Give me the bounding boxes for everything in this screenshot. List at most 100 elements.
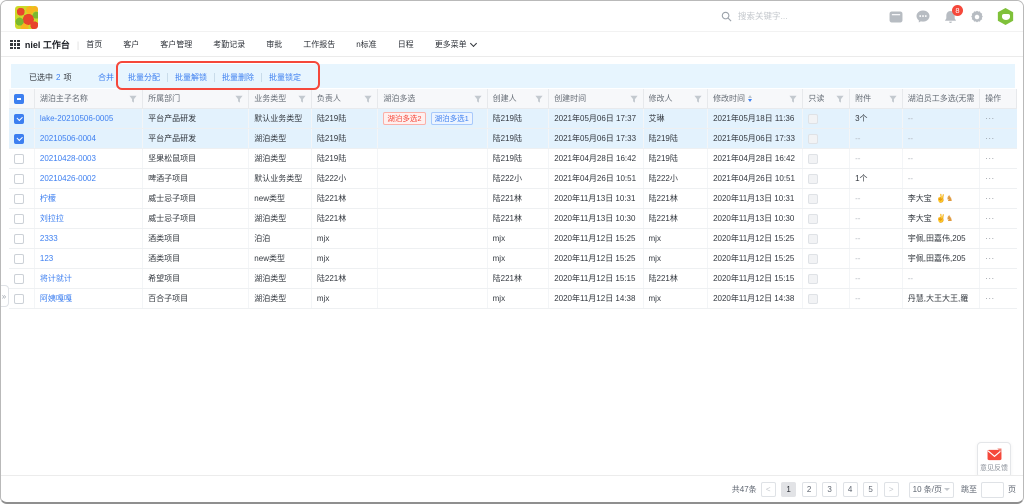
filter-funnel-icon[interactable] [694, 95, 702, 103]
nav-item-3[interactable]: 考勤记录 [213, 39, 245, 50]
filter-funnel-icon[interactable] [129, 95, 137, 103]
cell-readonly [803, 169, 850, 188]
row-actions-button[interactable]: ··· [985, 274, 995, 283]
column-header-ops: 操作 [980, 89, 1017, 108]
row-actions-button[interactable]: ··· [985, 134, 995, 143]
row-actions-button[interactable]: ··· [985, 154, 995, 163]
search-placeholder: 搜索关键字... [738, 10, 788, 22]
page-button-5[interactable]: 5 [863, 482, 878, 497]
nav-item-2[interactable]: 客户管理 [160, 39, 192, 50]
batch-action-1[interactable]: 批量解锁 [175, 72, 207, 83]
record-link[interactable]: 20210428-0003 [40, 154, 96, 163]
cell-type: 湖泊类型 [249, 129, 312, 148]
workbench-icon[interactable] [888, 9, 904, 25]
record-link[interactable]: lake-20210506-0005 [40, 114, 113, 123]
feedback-button[interactable]: 意见反馈 [977, 442, 1011, 478]
row-actions-button[interactable]: ··· [985, 114, 995, 123]
global-search[interactable]: 搜索关键字... [721, 10, 788, 22]
emoji-glyphs: ✌♞ [936, 194, 953, 203]
cell-attach: -- [850, 129, 903, 148]
batch-action-0[interactable]: 批量分配 [128, 72, 160, 83]
filter-funnel-icon[interactable] [889, 95, 897, 103]
nav-item-0[interactable]: 首页 [86, 39, 102, 50]
cell-staff: -- [903, 149, 980, 168]
filter-funnel-icon[interactable] [630, 95, 638, 103]
filter-funnel-icon[interactable] [235, 95, 243, 103]
record-link[interactable]: 将计就计 [40, 273, 72, 284]
cell-mtime: 2020年11月12日 14:38 [708, 289, 803, 308]
cell-creator: 陆219陆 [488, 149, 550, 168]
row-actions-button[interactable]: ··· [985, 214, 995, 223]
top-icons: 8 [888, 8, 1014, 25]
row-checkbox[interactable] [14, 174, 24, 184]
nav-item-5[interactable]: 工作报告 [303, 39, 335, 50]
page-button-2[interactable]: 2 [802, 482, 817, 497]
sidebar-expander[interactable]: » [0, 285, 9, 307]
nav-item-more[interactable]: 更多菜单 [435, 39, 476, 50]
jump-page-input[interactable] [981, 482, 1004, 498]
prev-page-button[interactable]: < [761, 482, 776, 497]
row-checkbox[interactable] [14, 194, 24, 204]
settings-gear-icon[interactable] [969, 9, 985, 25]
row-actions-button[interactable]: ··· [985, 294, 995, 303]
record-link[interactable]: 2333 [40, 234, 58, 243]
record-link[interactable]: 123 [40, 254, 53, 263]
row-checkbox[interactable] [14, 154, 24, 164]
filter-funnel-icon[interactable] [364, 95, 372, 103]
page-button-4[interactable]: 4 [843, 482, 858, 497]
row-actions-button[interactable]: ··· [985, 194, 995, 203]
row-actions-button[interactable]: ··· [985, 254, 995, 263]
select-all-checkbox[interactable] [14, 94, 24, 104]
company-logo[interactable] [15, 6, 38, 29]
row-checkbox[interactable] [14, 134, 24, 144]
nav-item-7[interactable]: 日程 [398, 39, 414, 50]
notification-badge: 8 [952, 5, 963, 16]
sort-icon[interactable] [748, 95, 752, 102]
filter-funnel-icon[interactable] [474, 95, 482, 103]
merge-button[interactable]: 合并 [98, 72, 114, 83]
nav-item-1[interactable]: 客户 [123, 39, 139, 50]
column-header-dept: 所属部门 [143, 89, 249, 108]
column-label: 业务类型 [254, 93, 286, 104]
cell-owner: 陆219陆 [312, 109, 379, 128]
nav-item-4[interactable]: 审批 [266, 39, 282, 50]
nav-items: 首页 客户 客户管理 考勤记录 审批 工作报告 n标准 日程 [86, 39, 434, 50]
row-checkbox[interactable] [14, 294, 24, 304]
page-button-3[interactable]: 3 [822, 482, 837, 497]
column-label: 创建时间 [554, 93, 586, 104]
record-link[interactable]: 20210506-0004 [40, 134, 96, 143]
row-checkbox[interactable] [14, 274, 24, 284]
message-icon[interactable] [915, 9, 931, 25]
page-button-1[interactable]: 1 [781, 482, 796, 497]
record-link[interactable]: 阿姨嘎嘎 [40, 293, 72, 304]
row-select-cell [9, 289, 35, 308]
apps-grid-icon[interactable] [10, 40, 20, 50]
cell-dept: 威士忌子项目 [143, 189, 249, 208]
row-checkbox[interactable] [14, 214, 24, 224]
filter-funnel-icon[interactable] [836, 95, 844, 103]
row-select-cell [9, 209, 35, 228]
filter-funnel-icon[interactable] [789, 95, 797, 103]
column-label: 湖泊多选 [383, 93, 415, 104]
user-avatar[interactable] [997, 8, 1014, 25]
next-page-button[interactable]: > [884, 482, 899, 497]
page-size-select[interactable]: 10 条/页 [909, 482, 954, 498]
row-checkbox[interactable] [14, 114, 24, 124]
row-actions-button[interactable]: ··· [985, 174, 995, 183]
record-link[interactable]: 20210426-0002 [40, 174, 96, 183]
record-link[interactable]: 柠檬 [40, 193, 56, 204]
batch-action-2[interactable]: 批量删除 [222, 72, 254, 83]
cell-modifier: 陆221林 [644, 209, 709, 228]
cell-multi: 湖泊多选2湖泊多选1 [378, 109, 487, 128]
cell-attach: -- [850, 249, 903, 268]
nav-item-6[interactable]: n标准 [356, 39, 376, 50]
record-link[interactable]: 刘拉拉 [40, 213, 64, 224]
column-header-creator: 创建人 [488, 89, 550, 108]
row-checkbox[interactable] [14, 254, 24, 264]
row-checkbox[interactable] [14, 234, 24, 244]
filter-funnel-icon[interactable] [298, 95, 306, 103]
notification-bell-icon[interactable]: 8 [942, 9, 958, 25]
filter-funnel-icon[interactable] [535, 95, 543, 103]
batch-action-3[interactable]: 批量锁定 [269, 72, 301, 83]
row-actions-button[interactable]: ··· [985, 234, 995, 243]
